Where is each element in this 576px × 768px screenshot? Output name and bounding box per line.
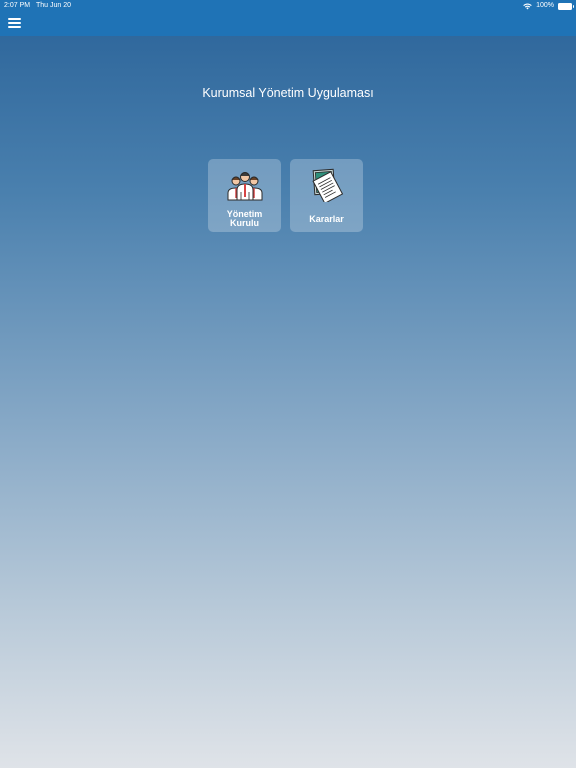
wifi-icon xyxy=(523,2,532,9)
page-title: Kurumsal Yönetim Uygulaması xyxy=(202,86,374,100)
board-of-directors-label: Yönetim Kurulu xyxy=(208,210,281,228)
status-date: Thu Jun 20 xyxy=(36,2,72,9)
app-screen: 2:07 PM Thu Jun 20 100% Kurumsal Yönetim… xyxy=(0,0,576,768)
team-people-icon xyxy=(227,172,263,201)
status-time: 2:07 PM xyxy=(4,2,31,9)
navigation-bar xyxy=(0,12,576,36)
hamburger-menu-icon[interactable] xyxy=(8,18,22,30)
battery-icon xyxy=(558,2,574,10)
documents-icon xyxy=(312,168,344,202)
board-of-directors-tile[interactable]: Yönetim Kurulu xyxy=(208,159,281,232)
battery-percent: 100% xyxy=(536,2,554,9)
status-indicators: 100% xyxy=(523,0,574,12)
decisions-label: Kararlar xyxy=(309,214,344,224)
status-bar: 2:07 PM Thu Jun 20 100% xyxy=(0,0,576,12)
decisions-tile[interactable]: Kararlar xyxy=(290,159,363,232)
board-label-line2: Kurulu xyxy=(230,218,259,228)
